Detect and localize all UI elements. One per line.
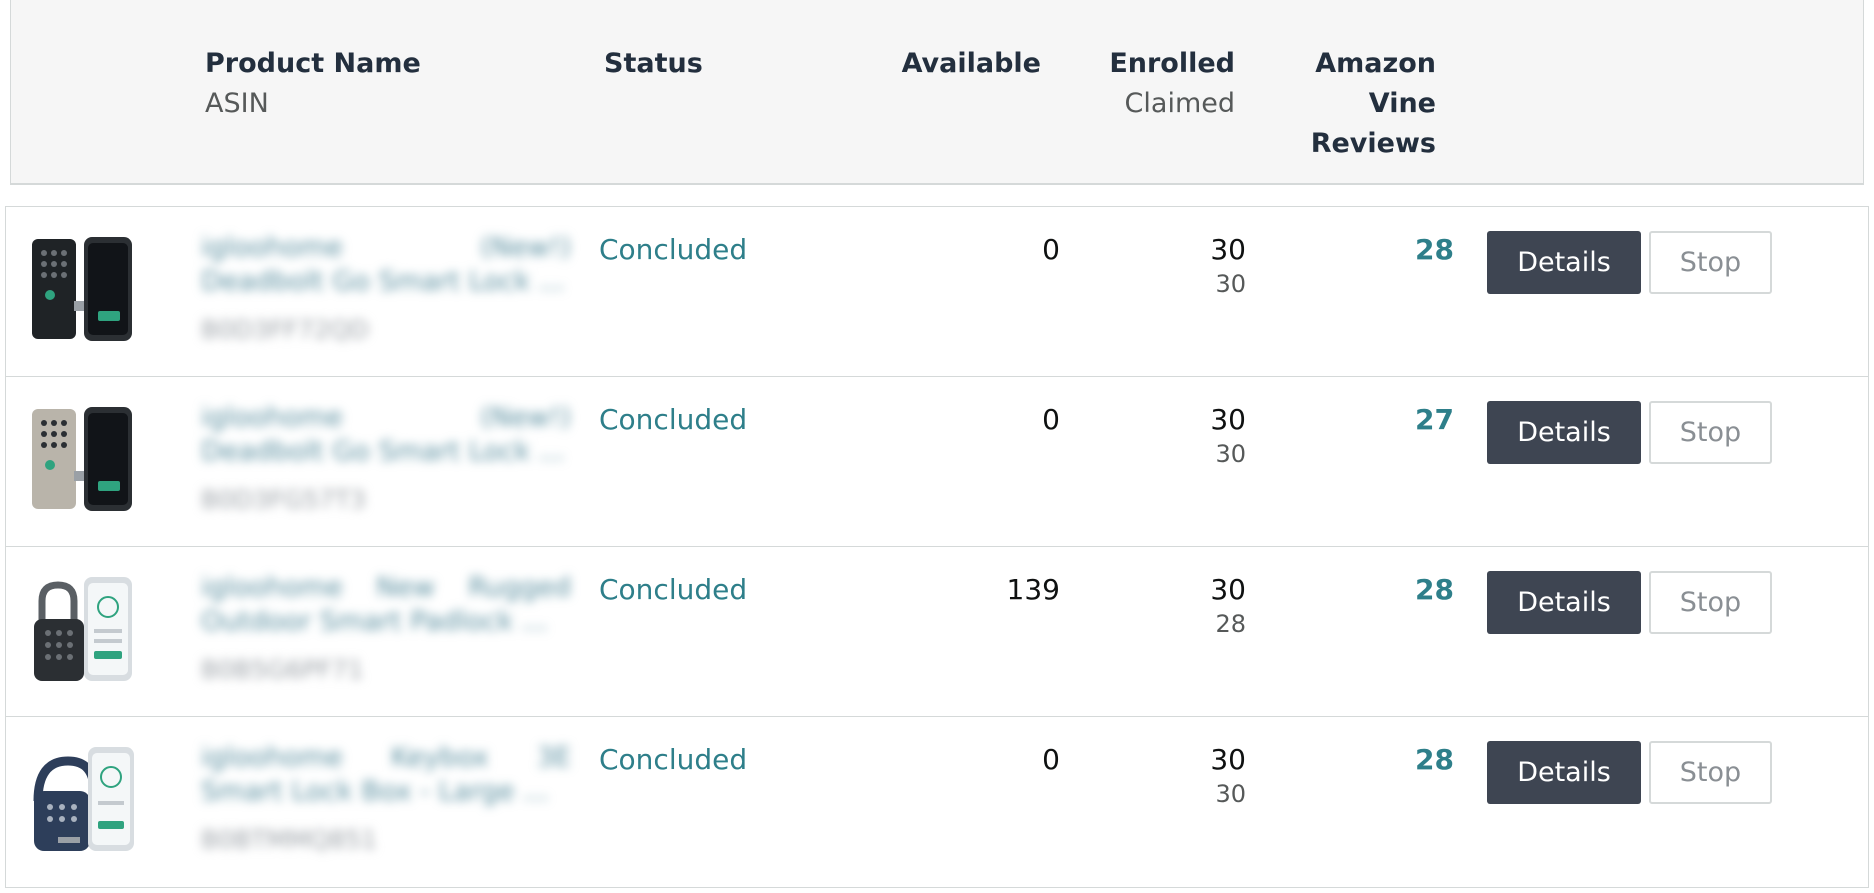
header-vine-reviews: Amazon Vine Reviews bbox=[1296, 44, 1436, 164]
status-text: Concluded bbox=[599, 403, 748, 436]
available-count: 0 bbox=[1042, 403, 1060, 436]
claimed-count: 30 bbox=[1215, 440, 1246, 468]
stop-button[interactable]: Stop bbox=[1649, 401, 1772, 464]
product-asin: B0D3FF72QD bbox=[201, 315, 369, 344]
vine-reviews-count[interactable]: 28 bbox=[1415, 743, 1454, 776]
stop-button[interactable]: Stop bbox=[1649, 571, 1772, 634]
header-vine-line3: Reviews bbox=[1310, 128, 1436, 159]
enrolled-cell: 30 30 bbox=[1210, 233, 1246, 301]
header-enrolled: Enrolled Claimed bbox=[1109, 44, 1235, 124]
status-text: Concluded bbox=[599, 743, 748, 776]
enrolled-cell: 30 30 bbox=[1210, 403, 1246, 471]
header-asin-label: ASIN bbox=[205, 88, 269, 119]
details-button[interactable]: Details bbox=[1487, 741, 1641, 804]
header-status: Status bbox=[604, 44, 703, 84]
product-asin: B0B5G6PF71 bbox=[201, 655, 364, 684]
details-button[interactable]: Details bbox=[1487, 231, 1641, 294]
product-asin: B0BTMMQ851 bbox=[201, 825, 378, 854]
header-product-name: Product Name ASIN bbox=[205, 44, 421, 124]
table-row: igloohome (New!) Deadbolt Go Smart Lock … bbox=[6, 207, 1868, 377]
details-button[interactable]: Details bbox=[1487, 401, 1641, 464]
available-count: 0 bbox=[1042, 233, 1060, 266]
header-enrolled-label: Enrolled bbox=[1109, 48, 1235, 79]
smart-padlock-thumbnail bbox=[34, 577, 132, 681]
vine-reviews-count[interactable]: 27 bbox=[1415, 403, 1454, 436]
stop-button[interactable]: Stop bbox=[1649, 231, 1772, 294]
header-product-name-label: Product Name bbox=[205, 48, 421, 79]
smart-keybox-thumbnail bbox=[33, 747, 134, 851]
enrolled-count: 30 bbox=[1210, 743, 1246, 776]
product-name-link[interactable]: igloohome (New!) Deadbolt Go Smart Lock … bbox=[201, 401, 571, 469]
available-count: 0 bbox=[1042, 743, 1060, 776]
product-asin: B0D3FG57T3 bbox=[201, 485, 366, 514]
header-available: Available bbox=[902, 44, 1041, 84]
smart-deadbolt-black-thumbnail bbox=[32, 237, 132, 341]
product-name-link[interactable]: igloohome (New!) Deadbolt Go Smart Lock … bbox=[201, 231, 571, 299]
table-row: igloohome New Rugged Outdoor Smart Padlo… bbox=[6, 547, 1868, 717]
smart-deadbolt-silver-thumbnail bbox=[32, 407, 132, 511]
claimed-count: 30 bbox=[1215, 270, 1246, 298]
vine-reviews-count[interactable]: 28 bbox=[1415, 573, 1454, 606]
header-status-label: Status bbox=[604, 48, 703, 79]
enrolled-count: 30 bbox=[1210, 233, 1246, 266]
available-count: 139 bbox=[1006, 573, 1060, 606]
stop-button[interactable]: Stop bbox=[1649, 741, 1772, 804]
header-vine-line2: Vine bbox=[1368, 88, 1436, 119]
header-available-label: Available bbox=[901, 48, 1041, 79]
table-header: Product Name ASIN Status Available Enrol… bbox=[10, 0, 1864, 185]
product-table-body: igloohome (New!) Deadbolt Go Smart Lock … bbox=[5, 206, 1869, 888]
details-button[interactable]: Details bbox=[1487, 571, 1641, 634]
table-row: igloohome Keybox 3E Smart Lock Box - Lar… bbox=[6, 717, 1868, 887]
claimed-count: 28 bbox=[1215, 610, 1246, 638]
product-name-link[interactable]: igloohome New Rugged Outdoor Smart Padlo… bbox=[201, 571, 571, 639]
status-text: Concluded bbox=[599, 233, 748, 266]
product-name-link[interactable]: igloohome Keybox 3E Smart Lock Box - Lar… bbox=[201, 741, 571, 809]
table-row: igloohome (New!) Deadbolt Go Smart Lock … bbox=[6, 377, 1868, 547]
enrolled-count: 30 bbox=[1210, 403, 1246, 436]
status-text: Concluded bbox=[599, 573, 748, 606]
header-claimed-label: Claimed bbox=[1124, 88, 1235, 119]
header-vine-line1: Amazon bbox=[1315, 48, 1436, 79]
vine-reviews-count[interactable]: 28 bbox=[1415, 233, 1454, 266]
enrolled-cell: 30 28 bbox=[1210, 573, 1246, 641]
claimed-count: 30 bbox=[1215, 780, 1246, 808]
enrolled-count: 30 bbox=[1210, 573, 1246, 606]
enrolled-cell: 30 30 bbox=[1210, 743, 1246, 811]
